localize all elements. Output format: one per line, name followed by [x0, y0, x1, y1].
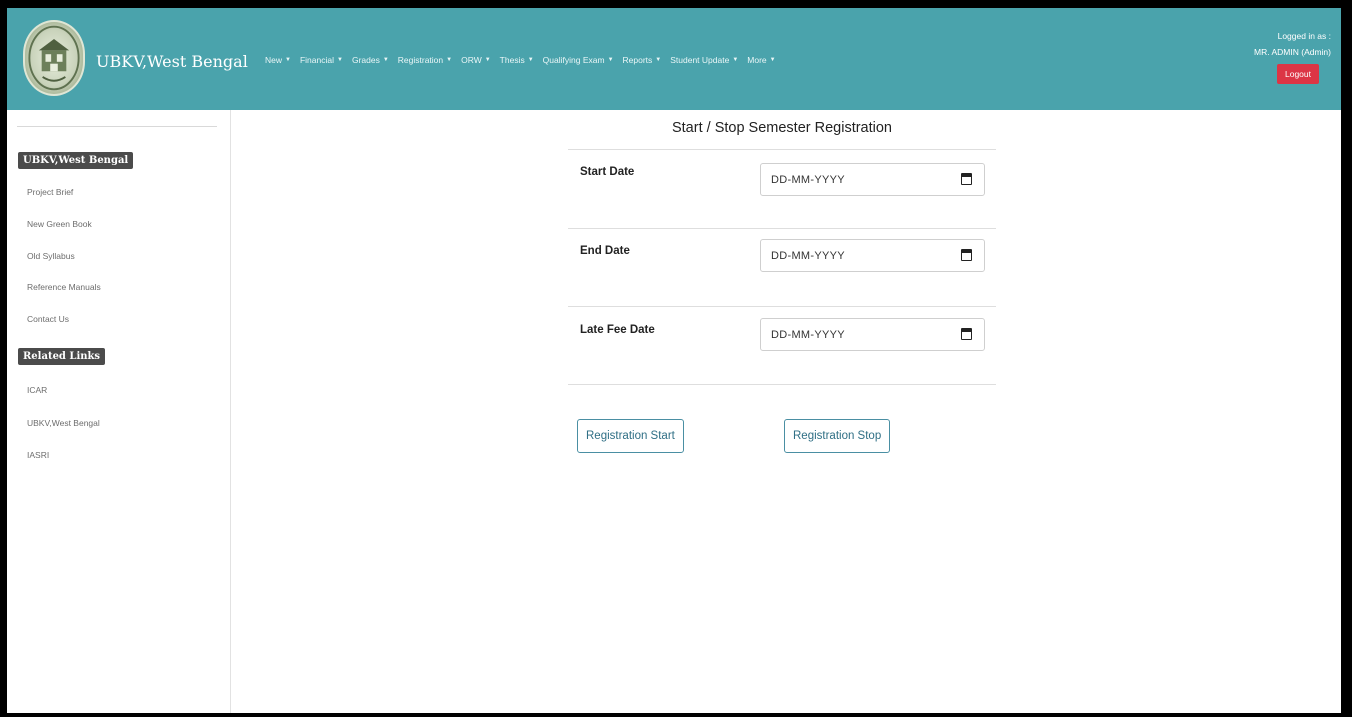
calendar-icon[interactable]: [961, 249, 972, 261]
app-frame: UBKV,West Bengal New ▼ Financial ▼ Grades ▼…: [7, 8, 1341, 713]
nav-thesis[interactable]: Thesis ▼: [500, 55, 534, 65]
nav-orw[interactable]: ORW ▼: [461, 55, 491, 65]
caret-down-icon: ▼: [382, 57, 389, 63]
registration-stop-button[interactable]: Registration Stop: [784, 419, 891, 453]
sidebar: UBKV,West Bengal Project Brief New Green…: [7, 110, 231, 713]
divider: [568, 384, 996, 385]
caret-down-icon: ▼: [285, 57, 291, 63]
nav-label: Registration: [397, 55, 444, 65]
nav-label: Grades: [351, 55, 380, 65]
seal-graphic: [28, 25, 80, 91]
start-date-label: Start Date: [580, 166, 635, 178]
main-nav: New ▼ Financial ▼ Grades ▼ Registration ▼ OR…: [265, 55, 776, 65]
start-date-input[interactable]: DD-MM-YYYY: [760, 163, 985, 196]
caret-down-icon: ▼: [655, 57, 662, 63]
nav-label: Reports: [622, 55, 653, 65]
sidebar-link-contact-us[interactable]: Contact Us: [27, 314, 69, 324]
nav-grades[interactable]: Grades ▼: [352, 55, 389, 65]
caret-down-icon: ▼: [484, 57, 491, 63]
caret-down-icon: ▼: [337, 57, 343, 63]
nav-label: Student Update: [670, 55, 730, 65]
user-name: MR. ADMIN (Admin): [1254, 47, 1331, 57]
nav-new[interactable]: New ▼: [265, 55, 291, 65]
divider: [568, 306, 996, 307]
logged-in-label: Logged in as :: [1277, 31, 1331, 41]
nav-label: More: [747, 55, 767, 65]
end-date-input[interactable]: DD-MM-YYYY: [760, 239, 985, 272]
brand-name[interactable]: UBKV,West Bengal: [96, 52, 248, 71]
nav-financial[interactable]: Financial ▼: [300, 55, 343, 65]
nav-qualifying-exam[interactable]: Qualifying Exam ▼: [543, 55, 614, 65]
sidebar-link-icar[interactable]: ICAR: [27, 385, 47, 395]
calendar-icon[interactable]: [961, 328, 972, 340]
university-seal-icon: [23, 20, 85, 96]
caret-down-icon: ▼: [527, 57, 534, 63]
sidebar-divider: [17, 126, 217, 127]
date-placeholder: DD-MM-YYYY: [771, 329, 845, 341]
nav-registration[interactable]: Registration ▼: [398, 55, 452, 65]
nav-label: Thesis: [499, 55, 525, 65]
nav-student-update[interactable]: Student Update ▼: [670, 55, 738, 65]
sidebar-link-iasri[interactable]: IASRI: [27, 450, 49, 460]
sidebar-link-new-green-book[interactable]: New Green Book: [27, 219, 92, 229]
caret-down-icon: ▼: [769, 57, 776, 63]
divider: [568, 228, 996, 229]
caret-down-icon: ▼: [446, 57, 453, 63]
divider: [568, 149, 996, 150]
logout-button[interactable]: Logout: [1277, 64, 1319, 84]
nav-reports[interactable]: Reports ▼: [623, 55, 662, 65]
late-fee-date-label: Late Fee Date: [580, 324, 655, 336]
user-info: Logged in as : MR. ADMIN (Admin) Logout: [1254, 28, 1331, 84]
nav-label: Financial: [299, 55, 334, 65]
nav-label: ORW: [461, 55, 482, 65]
sidebar-link-project-brief[interactable]: Project Brief: [27, 187, 73, 197]
sidebar-link-old-syllabus[interactable]: Old Syllabus: [27, 251, 75, 261]
sidebar-link-reference-manuals[interactable]: Reference Manuals: [27, 282, 101, 292]
page-title: Start / Stop Semester Registration: [671, 120, 892, 136]
registration-start-button[interactable]: Registration Start: [577, 419, 684, 453]
nav-more[interactable]: More ▼: [747, 55, 775, 65]
date-placeholder: DD-MM-YYYY: [771, 174, 845, 186]
top-header: UBKV,West Bengal New ▼ Financial ▼ Grades ▼…: [7, 8, 1341, 110]
sidebar-heading-ubkv: UBKV,West Bengal: [18, 152, 134, 169]
sidebar-link-ubkv[interactable]: UBKV,West Bengal: [27, 418, 100, 428]
caret-down-icon: ▼: [607, 57, 614, 63]
calendar-icon[interactable]: [961, 173, 972, 185]
sidebar-heading-related-links: Related Links: [18, 348, 106, 365]
end-date-label: End Date: [580, 245, 630, 257]
nav-label: New: [265, 55, 283, 65]
nav-label: Qualifying Exam: [542, 55, 605, 65]
late-fee-date-input[interactable]: DD-MM-YYYY: [760, 318, 985, 351]
caret-down-icon: ▼: [732, 57, 739, 63]
date-placeholder: DD-MM-YYYY: [771, 250, 845, 262]
